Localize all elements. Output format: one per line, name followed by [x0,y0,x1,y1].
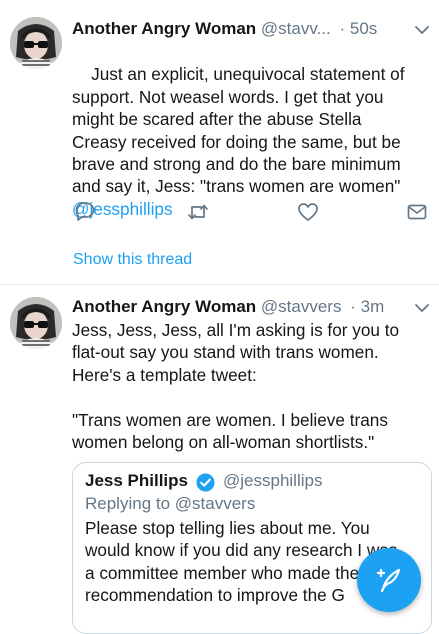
quoted-author-name: Jess Phillips [85,471,188,490]
tweet-text: Just an explicit, unequivocal statement … [72,64,405,197]
retweet-icon[interactable] [187,201,209,223]
author-name[interactable]: Another Angry Woman [72,297,256,316]
author-handle[interactable]: @stavvers [261,297,342,316]
chevron-down-icon[interactable] [412,298,432,318]
author-avatar[interactable] [10,297,62,349]
chevron-down-icon[interactable] [412,20,432,40]
separator-dot: · [350,297,356,316]
separator-dot: · [339,19,346,38]
reply-icon[interactable] [74,200,96,222]
like-icon[interactable] [297,201,319,223]
verified-badge-icon [196,473,215,492]
author-handle[interactable]: @stavv... [261,19,331,38]
tweet-time: 3m [360,297,385,316]
share-icon[interactable] [406,201,428,223]
replying-to: Replying to @stavvers [85,494,256,513]
quoted-author-handle: @jessphillips [223,471,323,490]
tweet-time: 50s [349,19,378,38]
show-thread-link[interactable]: Show this thread [73,251,192,269]
compose-tweet-icon [376,568,401,593]
author-avatar[interactable] [10,17,62,69]
tweet[interactable]: Another Angry Woman @stavv... · 50s Just… [0,0,439,290]
tweet-text: Jess, Jess, Jess, all I'm asking is for … [72,320,400,453]
compose-tweet-button[interactable] [357,548,421,612]
author-name[interactable]: Another Angry Woman [72,19,256,38]
